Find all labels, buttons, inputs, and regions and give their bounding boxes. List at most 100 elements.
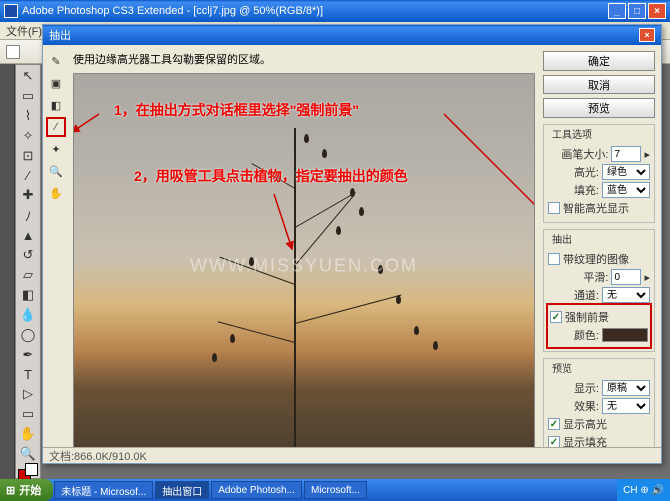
zoom-dialog-tool[interactable]: 🔍 bbox=[46, 161, 66, 181]
edge-highlighter-tool[interactable]: ✎ bbox=[46, 51, 66, 71]
dialog-titlebar: 抽出 × bbox=[43, 25, 661, 45]
titlebar: Adobe Photoshop CS3 Extended - [cclj7.jp… bbox=[0, 0, 670, 22]
highlight-label: 高光: bbox=[548, 164, 599, 180]
tool-options-group: 工具选项 画笔大小: ▸ 高光:绿色 填充:蓝色 智能高光显示 bbox=[543, 124, 655, 223]
healing-tool[interactable]: ✚ bbox=[18, 186, 38, 204]
stepper-icon[interactable]: ▸ bbox=[644, 148, 650, 161]
brush-size-input[interactable] bbox=[611, 146, 641, 162]
seed-icon bbox=[212, 353, 217, 362]
fill-label: 填充: bbox=[548, 182, 599, 198]
dialog-close-button[interactable]: × bbox=[639, 28, 655, 42]
palette-well bbox=[0, 64, 15, 479]
display-select[interactable]: 无 bbox=[602, 398, 650, 414]
marquee-tool[interactable]: ▭ bbox=[18, 87, 38, 105]
taskbar: ⊞ 开始 未标题 - Microsof... 抽出窗口 Adobe Photosh… bbox=[0, 479, 670, 501]
cancel-button[interactable]: 取消 bbox=[543, 75, 655, 95]
taskbar-item[interactable]: Microsoft... bbox=[304, 481, 367, 499]
smart-highlight-label: 智能高光显示 bbox=[563, 200, 629, 216]
dialog-instruction: 使用边缘高光器工具勾勒要保留的区域。 bbox=[73, 51, 535, 67]
tool-preset-icon[interactable] bbox=[6, 45, 20, 59]
menu-file[interactable]: 文件(F) bbox=[6, 23, 42, 39]
force-foreground-highlight: ✓强制前景 颜色: bbox=[546, 303, 652, 349]
taskbar-item[interactable]: 抽出窗口 bbox=[155, 481, 209, 499]
taskbar-item[interactable]: Adobe Photosh... bbox=[211, 481, 302, 499]
eraser-tool[interactable]: ▱ bbox=[18, 266, 38, 284]
shape-tool[interactable]: ▭ bbox=[18, 405, 38, 423]
smart-highlight-checkbox[interactable] bbox=[548, 202, 560, 214]
show-highlight-checkbox[interactable]: ✓ bbox=[548, 418, 560, 430]
status-text: 文档:866.0K/910.0K bbox=[49, 448, 147, 464]
color-swatches[interactable] bbox=[18, 469, 38, 476]
eraser-dialog-tool[interactable]: ◧ bbox=[46, 95, 66, 115]
stepper-icon[interactable]: ▸ bbox=[644, 271, 650, 284]
windows-icon: ⊞ bbox=[6, 484, 15, 497]
seed-icon bbox=[249, 257, 254, 266]
show-highlight-label: 显示高光 bbox=[563, 416, 607, 432]
color-label: 颜色: bbox=[550, 327, 599, 343]
system-tray[interactable]: CH ⊕ 🔊 bbox=[617, 479, 670, 501]
blur-tool[interactable]: 💧 bbox=[18, 306, 38, 324]
dialog-status: 文档:866.0K/910.0K bbox=[43, 447, 661, 463]
textured-label: 带纹理的图像 bbox=[563, 251, 629, 267]
brush-size-label: 画笔大小: bbox=[548, 146, 608, 162]
hand-tool[interactable]: ✋ bbox=[18, 425, 38, 443]
gradient-tool[interactable]: ◧ bbox=[18, 286, 38, 304]
zoom-tool[interactable]: 🔍 bbox=[18, 445, 38, 463]
display-label: 效果: bbox=[548, 398, 599, 414]
taskbar-item[interactable]: 未标题 - Microsof... bbox=[54, 481, 153, 499]
pen-tool[interactable]: ✒ bbox=[18, 346, 38, 364]
cleanup-tool[interactable]: ✦ bbox=[46, 139, 66, 159]
smooth-label: 平滑: bbox=[548, 269, 608, 285]
ok-button[interactable]: 确定 bbox=[543, 51, 655, 71]
lasso-tool[interactable]: ⌇ bbox=[18, 107, 38, 125]
dialog-toolbar: ✎ ▣ ◧ ⁄ ✦ 🔍 ✋ bbox=[43, 45, 69, 463]
stamp-tool[interactable]: ▲ bbox=[18, 227, 38, 244]
hand-dialog-tool[interactable]: ✋ bbox=[46, 183, 66, 203]
smooth-input[interactable] bbox=[611, 269, 641, 285]
photo-background bbox=[74, 74, 534, 458]
close-button[interactable]: × bbox=[648, 3, 666, 19]
force-foreground-checkbox[interactable]: ✓ bbox=[550, 311, 562, 323]
preview-button[interactable]: 预览 bbox=[543, 98, 655, 118]
eyedropper-dialog-tool[interactable]: ⁄ bbox=[46, 117, 66, 137]
fill-tool[interactable]: ▣ bbox=[46, 73, 66, 93]
path-tool[interactable]: ▷ bbox=[18, 385, 38, 403]
seed-icon bbox=[433, 341, 438, 350]
group-title: 工具选项 bbox=[550, 126, 594, 141]
move-tool[interactable]: ↖ bbox=[18, 67, 38, 85]
show-label: 显示: bbox=[548, 380, 599, 396]
preview-canvas[interactable]: 1，在抽出方式对话框里选择"强制前景" 2，用吸管工具点击植物，指定要抽出的颜色… bbox=[73, 73, 535, 459]
highlight-select[interactable]: 绿色 bbox=[602, 164, 650, 180]
extract-group: 抽出 带纹理的图像 平滑: ▸ 通道:无 ✓强制前景 颜色: bbox=[543, 229, 655, 352]
dialog-main: 使用边缘高光器工具勾勒要保留的区域。 bbox=[69, 45, 539, 463]
preview-group: 预览 显示:原稿 效果:无 ✓显示高光 ✓显示填充 bbox=[543, 358, 655, 457]
seed-icon bbox=[304, 134, 309, 143]
brush-tool[interactable]: ﾉ bbox=[18, 206, 38, 225]
crop-tool[interactable]: ⊡ bbox=[18, 147, 38, 165]
eyedropper-tool[interactable]: ⁄ bbox=[18, 167, 38, 184]
seed-icon bbox=[378, 265, 383, 274]
history-brush-tool[interactable]: ↺ bbox=[18, 246, 38, 264]
window-title: Adobe Photoshop CS3 Extended - [cclj7.jp… bbox=[22, 5, 323, 17]
start-label: 开始 bbox=[19, 482, 41, 498]
channel-label: 通道: bbox=[548, 287, 599, 303]
type-tool[interactable]: T bbox=[18, 366, 38, 383]
fill-select[interactable]: 蓝色 bbox=[602, 182, 650, 198]
dialog-title: 抽出 bbox=[49, 27, 71, 43]
color-swatch[interactable] bbox=[602, 328, 648, 342]
minimize-button[interactable]: _ bbox=[608, 3, 626, 19]
annotation-1: 1，在抽出方式对话框里选择"强制前景" bbox=[114, 100, 359, 120]
annotation-2: 2，用吸管工具点击植物，指定要抽出的颜色 bbox=[134, 166, 408, 186]
start-button[interactable]: ⊞ 开始 bbox=[0, 479, 53, 501]
wand-tool[interactable]: ✧ bbox=[18, 127, 38, 145]
channel-select[interactable]: 无 bbox=[602, 287, 650, 303]
group-title: 抽出 bbox=[550, 231, 574, 246]
dodge-tool[interactable]: ◯ bbox=[18, 326, 38, 344]
group-title: 预览 bbox=[550, 360, 574, 375]
textured-checkbox[interactable] bbox=[548, 253, 560, 265]
dialog-sidebar: 确定 取消 预览 工具选项 画笔大小:▸ 高光:绿色 填充:蓝色 智能高光显示 … bbox=[539, 45, 661, 463]
background-swatch[interactable] bbox=[25, 463, 38, 476]
show-select[interactable]: 原稿 bbox=[602, 380, 650, 396]
maximize-button[interactable]: □ bbox=[628, 3, 646, 19]
force-foreground-label: 强制前景 bbox=[565, 309, 609, 325]
